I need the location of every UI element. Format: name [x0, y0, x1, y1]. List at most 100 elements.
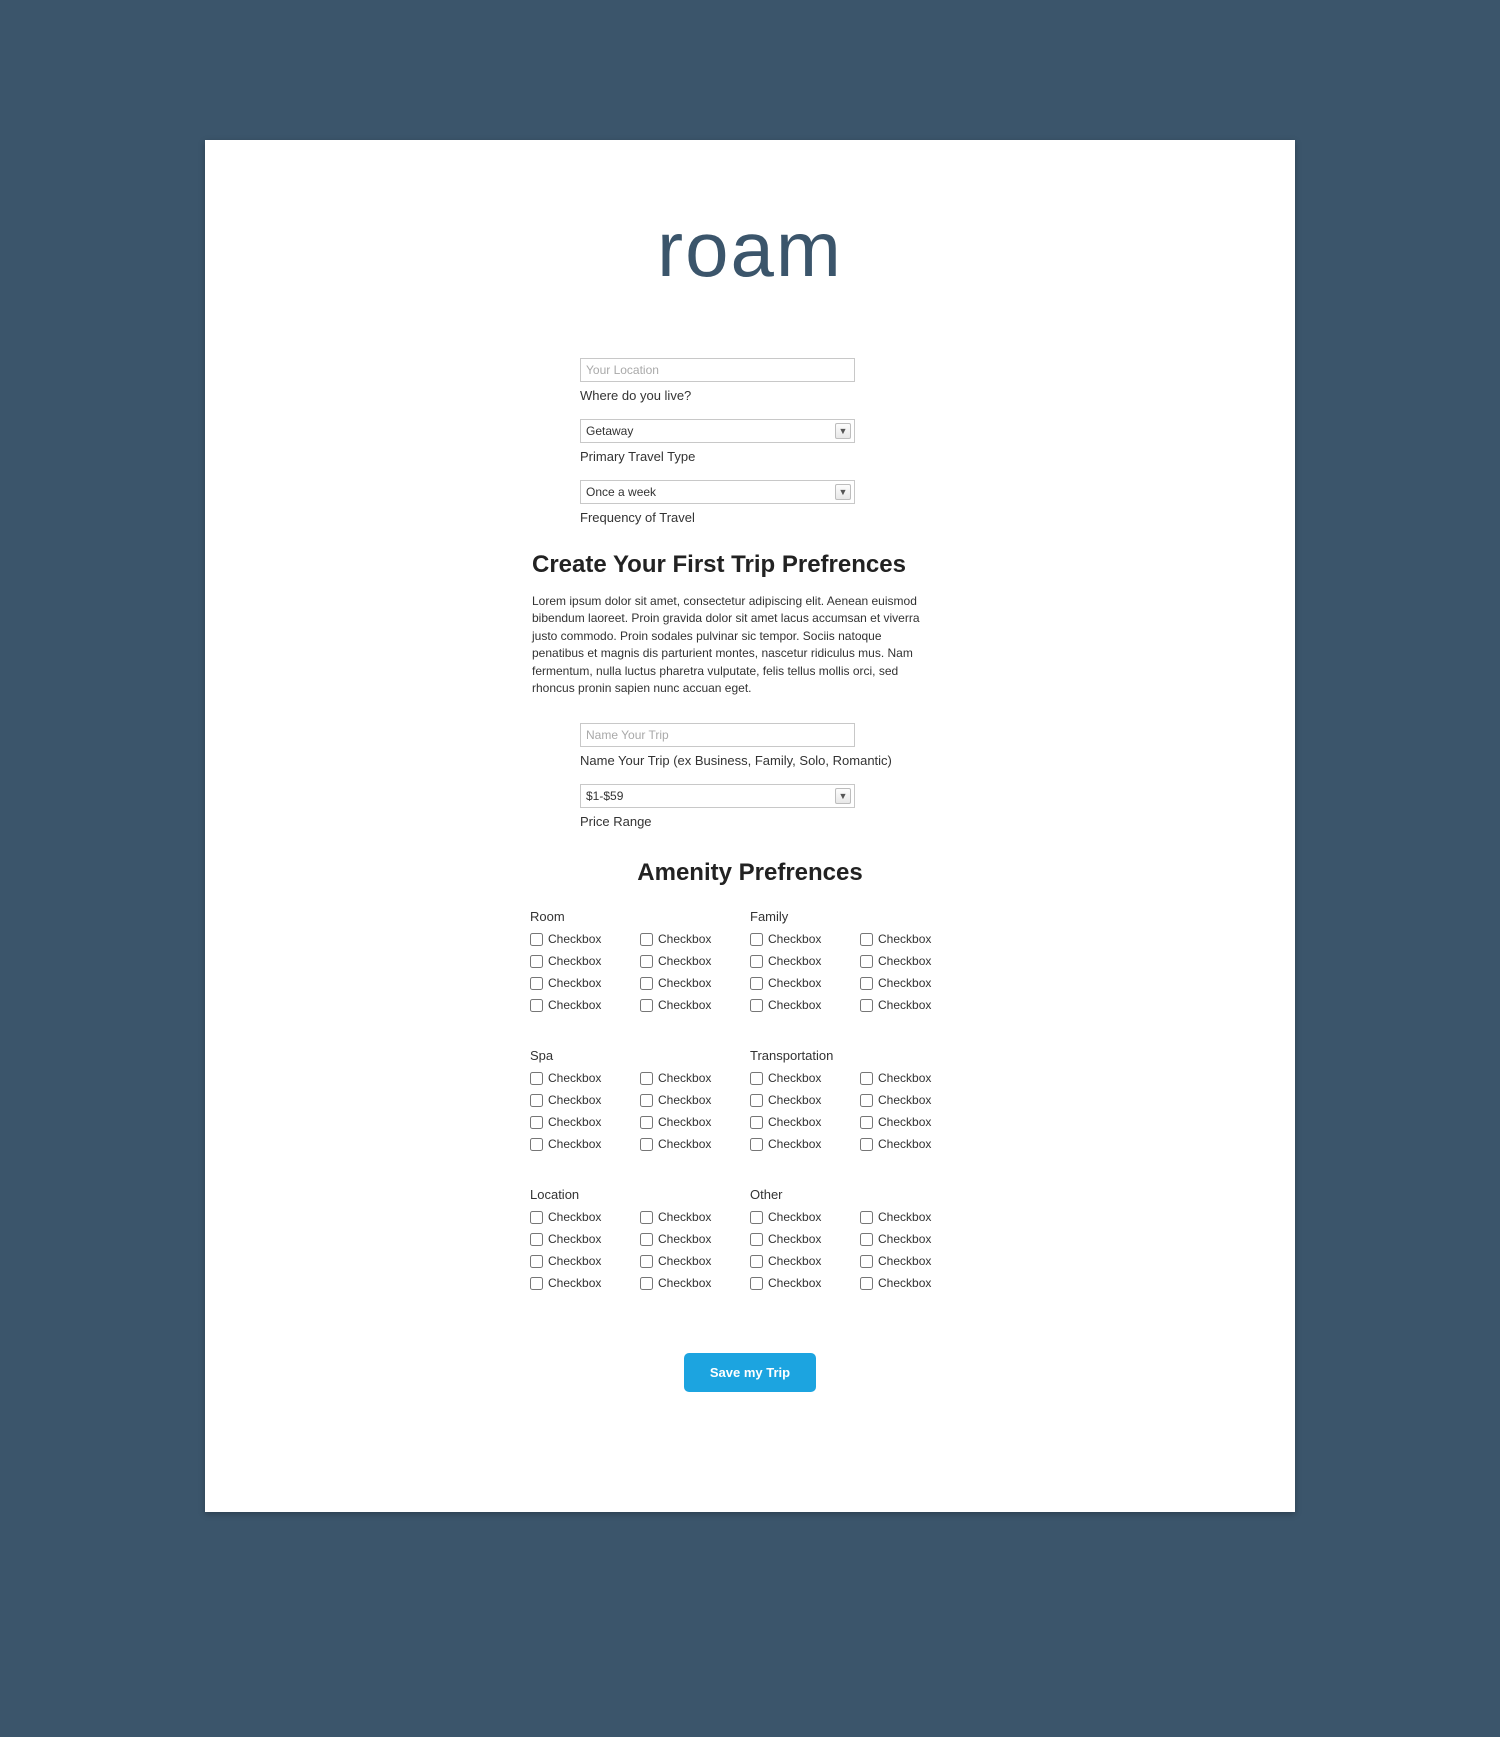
location-input[interactable] — [580, 358, 855, 382]
checkbox-item[interactable]: Checkbox — [640, 954, 750, 968]
checkbox-input[interactable] — [750, 977, 763, 990]
checkbox-item[interactable]: Checkbox — [750, 976, 860, 990]
checkbox-item[interactable]: Checkbox — [530, 1137, 640, 1151]
checkbox-item[interactable]: Checkbox — [530, 1210, 640, 1224]
trip-name-input[interactable] — [580, 723, 855, 747]
checkbox-item[interactable]: Checkbox — [860, 1276, 970, 1290]
checkbox-input[interactable] — [750, 1138, 763, 1151]
checkbox-input[interactable] — [640, 1211, 653, 1224]
checkbox-item[interactable]: Checkbox — [750, 1232, 860, 1246]
checkbox-item[interactable]: Checkbox — [750, 1137, 860, 1151]
checkbox-item[interactable]: Checkbox — [640, 976, 750, 990]
checkbox-item[interactable]: Checkbox — [860, 1093, 970, 1107]
checkbox-input[interactable] — [750, 1277, 763, 1290]
checkbox-item[interactable]: Checkbox — [860, 998, 970, 1012]
checkbox-item[interactable]: Checkbox — [750, 1115, 860, 1129]
save-trip-button[interactable]: Save my Trip — [684, 1353, 816, 1392]
checkbox-input[interactable] — [750, 1094, 763, 1107]
checkbox-item[interactable]: Checkbox — [530, 932, 640, 946]
checkbox-input[interactable] — [530, 1255, 543, 1268]
checkbox-item[interactable]: Checkbox — [750, 1071, 860, 1085]
checkbox-input[interactable] — [640, 1072, 653, 1085]
checkbox-input[interactable] — [530, 977, 543, 990]
checkbox-input[interactable] — [640, 1255, 653, 1268]
checkbox-input[interactable] — [530, 1233, 543, 1246]
checkbox-item[interactable]: Checkbox — [640, 1210, 750, 1224]
checkbox-input[interactable] — [860, 1116, 873, 1129]
checkbox-input[interactable] — [750, 1211, 763, 1224]
checkbox-input[interactable] — [750, 1255, 763, 1268]
checkbox-input[interactable] — [640, 1138, 653, 1151]
checkbox-input[interactable] — [860, 1138, 873, 1151]
checkbox-item[interactable]: Checkbox — [860, 1254, 970, 1268]
checkbox-input[interactable] — [530, 1094, 543, 1107]
checkbox-input[interactable] — [750, 1233, 763, 1246]
checkbox-item[interactable]: Checkbox — [640, 998, 750, 1012]
checkbox-input[interactable] — [750, 1116, 763, 1129]
price-range-select[interactable] — [580, 784, 855, 808]
checkbox-item[interactable]: Checkbox — [860, 1232, 970, 1246]
checkbox-item[interactable]: Checkbox — [530, 976, 640, 990]
checkbox-input[interactable] — [860, 1094, 873, 1107]
checkbox-input[interactable] — [860, 933, 873, 946]
checkbox-input[interactable] — [860, 1072, 873, 1085]
frequency-select[interactable] — [580, 480, 855, 504]
checkbox-item[interactable]: Checkbox — [860, 1137, 970, 1151]
checkbox-input[interactable] — [640, 955, 653, 968]
checkbox-input[interactable] — [640, 1116, 653, 1129]
checkbox-input[interactable] — [530, 1138, 543, 1151]
checkbox-input[interactable] — [860, 1255, 873, 1268]
checkbox-item[interactable]: Checkbox — [530, 998, 640, 1012]
checkbox-item[interactable]: Checkbox — [750, 1276, 860, 1290]
checkbox-item[interactable]: Checkbox — [750, 954, 860, 968]
checkbox-input[interactable] — [860, 999, 873, 1012]
checkbox-item[interactable]: Checkbox — [640, 1276, 750, 1290]
checkbox-item[interactable]: Checkbox — [640, 1093, 750, 1107]
checkbox-input[interactable] — [530, 1116, 543, 1129]
checkbox-input[interactable] — [530, 933, 543, 946]
checkbox-item[interactable]: Checkbox — [640, 932, 750, 946]
checkbox-input[interactable] — [750, 955, 763, 968]
checkbox-item[interactable]: Checkbox — [640, 1137, 750, 1151]
checkbox-input[interactable] — [530, 1072, 543, 1085]
checkbox-input[interactable] — [640, 933, 653, 946]
checkbox-item[interactable]: Checkbox — [860, 1210, 970, 1224]
checkbox-input[interactable] — [860, 977, 873, 990]
checkbox-item[interactable]: Checkbox — [530, 1254, 640, 1268]
checkbox-input[interactable] — [640, 1277, 653, 1290]
checkbox-item[interactable]: Checkbox — [750, 998, 860, 1012]
checkbox-input[interactable] — [860, 1211, 873, 1224]
checkbox-item[interactable]: Checkbox — [530, 1232, 640, 1246]
checkbox-input[interactable] — [640, 1094, 653, 1107]
checkbox-item[interactable]: Checkbox — [530, 1093, 640, 1107]
checkbox-item[interactable]: Checkbox — [860, 1115, 970, 1129]
checkbox-item[interactable]: Checkbox — [530, 1071, 640, 1085]
checkbox-input[interactable] — [640, 999, 653, 1012]
checkbox-item[interactable]: Checkbox — [750, 1254, 860, 1268]
checkbox-item[interactable]: Checkbox — [860, 932, 970, 946]
checkbox-input[interactable] — [860, 1233, 873, 1246]
checkbox-item[interactable]: Checkbox — [640, 1115, 750, 1129]
checkbox-item[interactable]: Checkbox — [530, 954, 640, 968]
checkbox-input[interactable] — [860, 955, 873, 968]
checkbox-input[interactable] — [750, 999, 763, 1012]
checkbox-item[interactable]: Checkbox — [530, 1115, 640, 1129]
checkbox-input[interactable] — [750, 933, 763, 946]
checkbox-item[interactable]: Checkbox — [640, 1232, 750, 1246]
checkbox-input[interactable] — [750, 1072, 763, 1085]
checkbox-item[interactable]: Checkbox — [860, 1071, 970, 1085]
checkbox-item[interactable]: Checkbox — [750, 932, 860, 946]
checkbox-item[interactable]: Checkbox — [860, 954, 970, 968]
checkbox-item[interactable]: Checkbox — [860, 976, 970, 990]
checkbox-input[interactable] — [530, 1277, 543, 1290]
travel-type-select[interactable] — [580, 419, 855, 443]
checkbox-input[interactable] — [530, 1211, 543, 1224]
checkbox-item[interactable]: Checkbox — [750, 1210, 860, 1224]
checkbox-item[interactable]: Checkbox — [530, 1276, 640, 1290]
checkbox-input[interactable] — [530, 955, 543, 968]
checkbox-input[interactable] — [530, 999, 543, 1012]
checkbox-input[interactable] — [640, 977, 653, 990]
checkbox-item[interactable]: Checkbox — [640, 1071, 750, 1085]
checkbox-item[interactable]: Checkbox — [750, 1093, 860, 1107]
checkbox-item[interactable]: Checkbox — [640, 1254, 750, 1268]
